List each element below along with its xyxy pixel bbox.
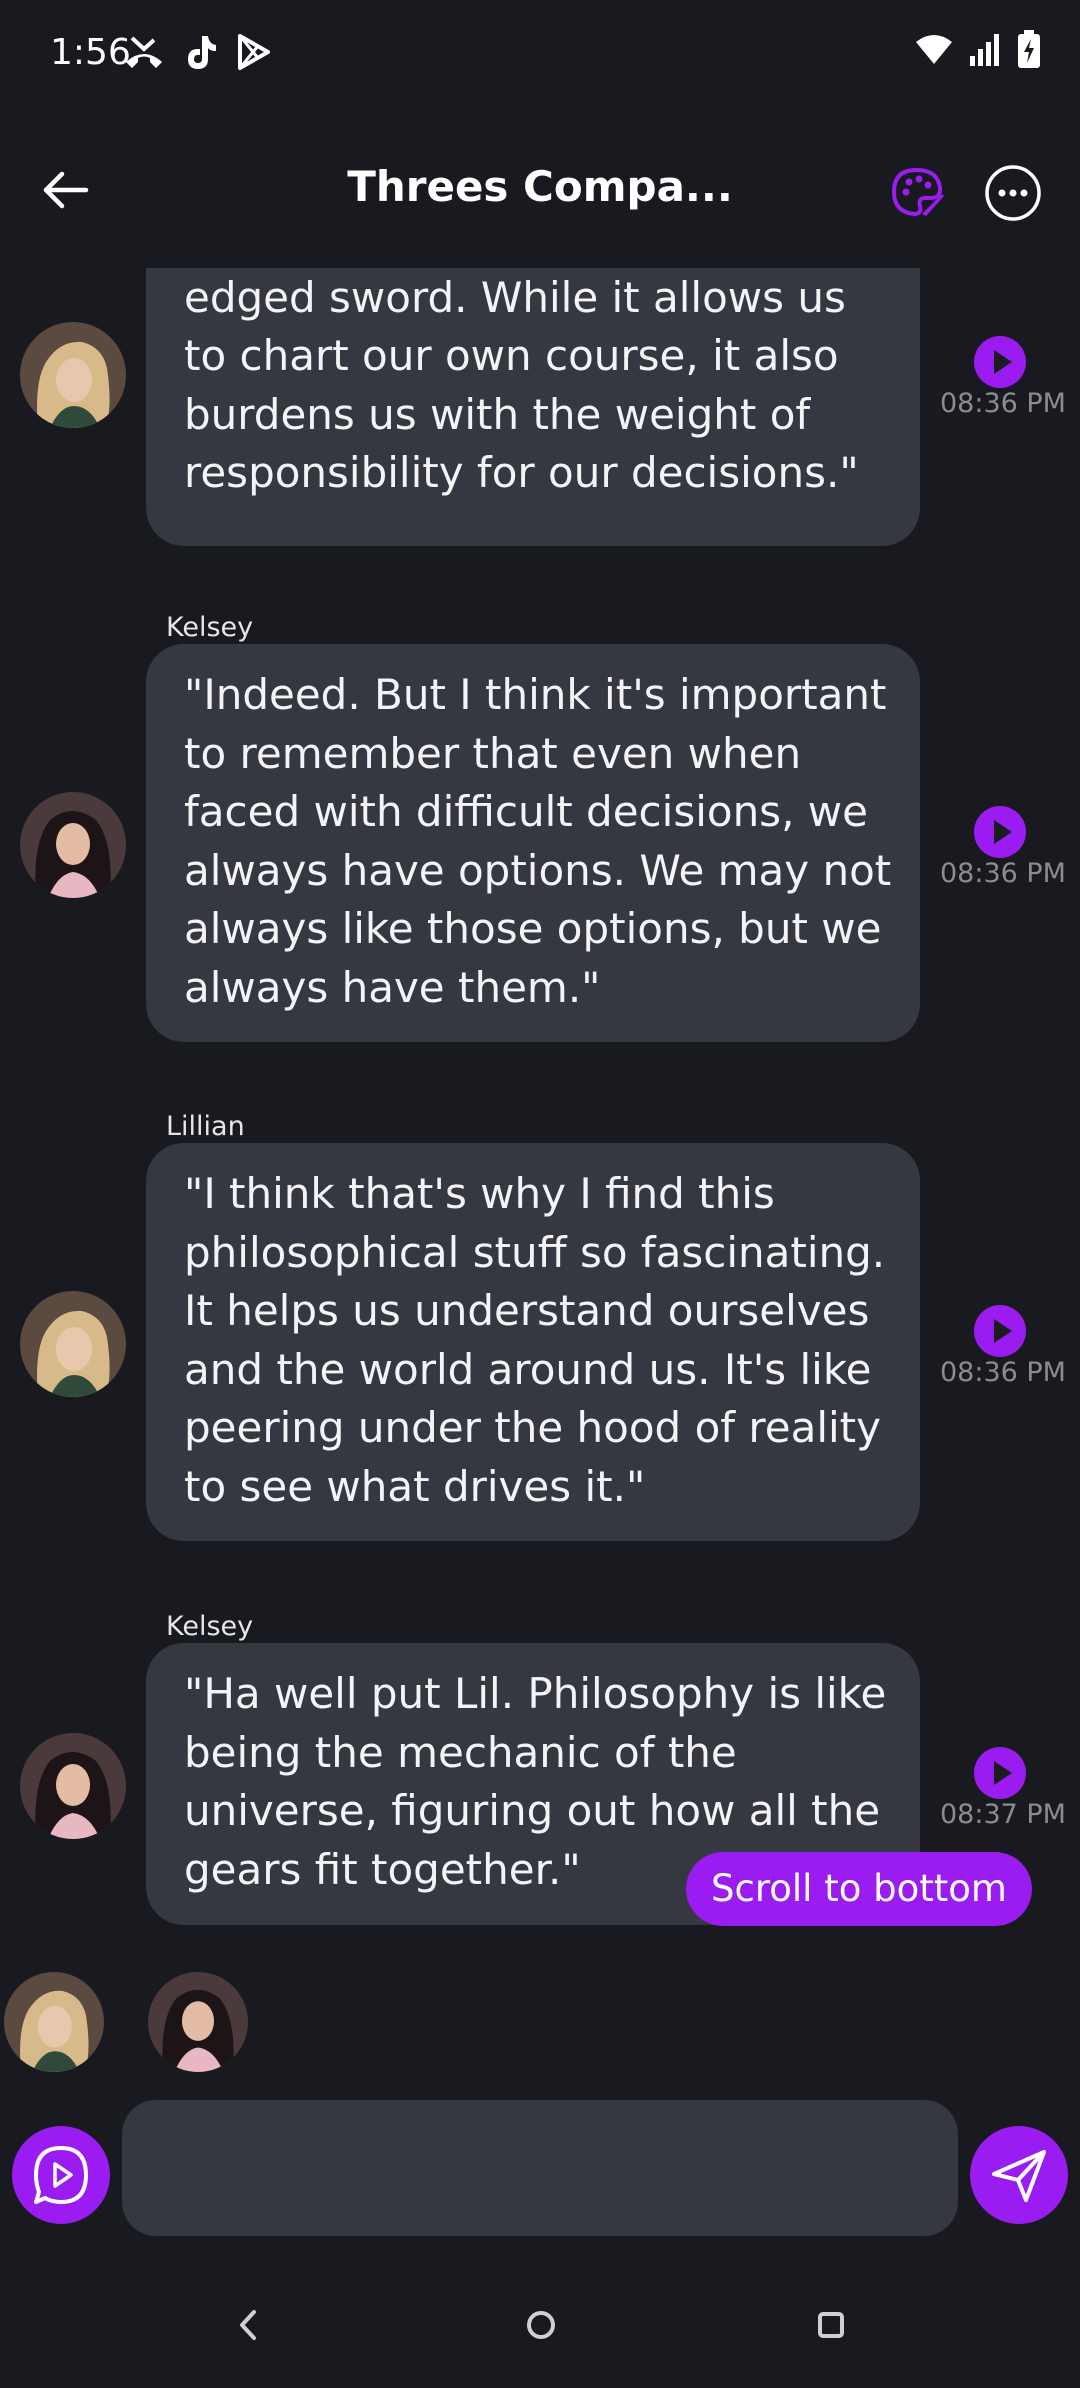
participant-avatar-blonde-icon[interactable] xyxy=(4,1972,104,2072)
avatar-blonde-icon[interactable] xyxy=(20,1291,126,1397)
status-time: 1:56 xyxy=(50,32,131,73)
play-store-icon xyxy=(238,34,270,70)
wifi-icon xyxy=(916,35,952,64)
message-timestamp: 08:36 PM xyxy=(940,388,1066,419)
send-icon xyxy=(992,2150,1046,2202)
battery-charging-icon xyxy=(1018,30,1040,68)
status-bar: 1:56 xyxy=(0,0,1080,110)
message-input[interactable] xyxy=(122,2100,958,2236)
voice-message-button[interactable] xyxy=(12,2126,110,2224)
message-composer xyxy=(0,2100,1080,2240)
message-timestamp: 08:36 PM xyxy=(940,1357,1066,1388)
play-voice-button[interactable] xyxy=(974,1747,1026,1799)
nav-home-icon[interactable] xyxy=(516,2300,566,2350)
signal-icon xyxy=(970,34,999,66)
nav-back-icon[interactable] xyxy=(222,2300,272,2350)
message-timestamp: 08:36 PM xyxy=(940,858,1066,889)
voice-chat-icon xyxy=(34,2146,88,2204)
message-bubble[interactable]: "I think that's why I find this philosop… xyxy=(146,1143,920,1541)
message-bubble[interactable]: "Indeed. But I think it's important to r… xyxy=(146,644,920,1042)
play-voice-button[interactable] xyxy=(974,336,1026,388)
play-voice-button[interactable] xyxy=(974,1305,1026,1357)
avatar-brunette-icon[interactable] xyxy=(20,792,126,898)
message-bubble[interactable]: "Free will is indeed a double-edged swor… xyxy=(146,268,920,546)
scroll-to-bottom-button[interactable]: Scroll to bottom xyxy=(686,1852,1032,1926)
avatar-blonde-icon[interactable] xyxy=(20,322,126,428)
avatar-brunette-icon[interactable] xyxy=(20,1733,126,1839)
participants-row xyxy=(0,1972,400,2074)
sender-name: Lillian xyxy=(166,1111,245,1142)
message-list[interactable]: "Free will is indeed a double-edged swor… xyxy=(0,268,1080,1928)
tiktok-icon xyxy=(188,36,216,69)
play-voice-button[interactable] xyxy=(974,806,1026,858)
missed-call-icon xyxy=(126,36,162,68)
app-bar: Threes Compa... xyxy=(0,140,1080,250)
message-timestamp: 08:37 PM xyxy=(940,1799,1066,1830)
system-nav-bar xyxy=(0,2280,1080,2388)
nav-recents-icon[interactable] xyxy=(806,2300,856,2350)
participant-avatar-brunette-icon[interactable] xyxy=(148,1972,248,2072)
more-horizontal-icon[interactable] xyxy=(982,162,1044,224)
palette-icon[interactable] xyxy=(886,162,946,222)
send-button[interactable] xyxy=(970,2126,1068,2224)
sender-name: Kelsey xyxy=(166,612,254,643)
sender-name: Kelsey xyxy=(166,1611,254,1642)
